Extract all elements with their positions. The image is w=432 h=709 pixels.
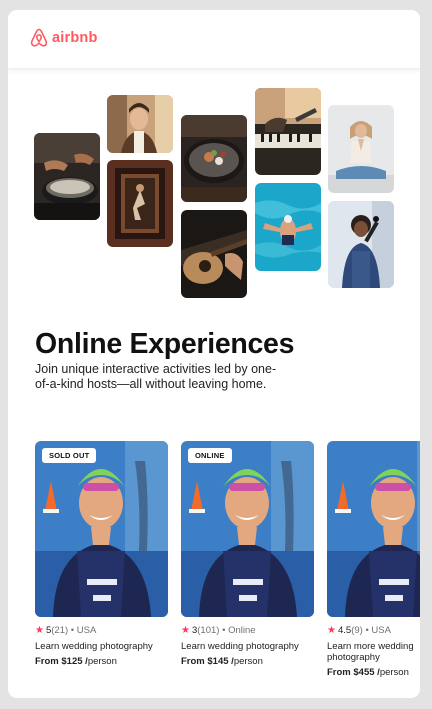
food-plate-photo [181,115,247,202]
price-unit: person [87,656,117,667]
swimmer-photo [255,183,321,271]
price-amount: From $455 [327,667,375,678]
chef-portrait-photo [107,95,173,153]
price-unit: person [379,667,409,678]
experience-title[interactable]: Learn wedding photography [35,641,168,652]
page-title: Online Experiences [35,328,295,360]
rating-row: ★ 4.5 (9) • USA [327,624,420,636]
mic-singer-photo [328,201,394,288]
yoga-photo [328,105,394,193]
airbnb-logo[interactable]: airbnb [30,28,98,48]
experience-card[interactable]: ★ 4.5 (9) • USA Learn more wedding photo… [327,441,420,678]
rating-value: 4.5 [337,624,352,636]
brand-name: airbnb [52,30,98,46]
review-count: (21) [51,624,69,636]
location: USA [76,624,97,636]
experience-price: From $455 /person [327,667,420,678]
separator: • [362,624,372,636]
experience-card[interactable]: SOLD OUT ★ 5 (21) • USA Learn wedding ph… [35,441,168,667]
top-header: airbnb [8,10,420,69]
cooking-pan-photo [34,133,100,220]
airbnb-logo-icon [30,28,48,47]
separator: • [68,624,77,636]
price-amount: From $125 [35,656,83,667]
status-badge: SOLD OUT [42,448,97,463]
experience-title[interactable]: Learn more wedding photography [327,641,420,663]
experience-card[interactable]: ONLINE ★ 3 (101) • Online Learn wedding … [181,441,314,667]
piano-singer-photo [255,88,321,175]
location: USA [371,624,391,636]
experience-price: From $145 /person [181,656,314,667]
price-amount: From $145 [181,656,229,667]
doorway-dancer-photo [107,160,173,247]
guitar-photo [181,210,247,298]
status-badge: ONLINE [188,448,232,463]
review-count: (101) [197,624,220,636]
star-icon: ★ [181,624,190,636]
star-icon: ★ [327,624,336,636]
review-count: (9) [351,624,363,636]
experience-price: From $125 /person [35,656,168,667]
location: Online [228,624,256,636]
separator: • [219,624,229,636]
experience-photo[interactable]: SOLD OUT [35,441,168,617]
rating-row: ★ 3 (101) • Online [181,624,314,636]
experience-title[interactable]: Learn wedding photography [181,641,314,652]
price-unit: person [233,656,263,667]
experience-photo[interactable] [327,441,420,617]
rating-row: ★ 5 (21) • USA [35,624,168,636]
star-icon: ★ [35,624,44,636]
page-subtitle: Join unique interactive activities led b… [35,362,277,391]
page-card: airbnb Online Experiences Join unique in… [8,10,420,698]
experience-photo[interactable]: ONLINE [181,441,314,617]
